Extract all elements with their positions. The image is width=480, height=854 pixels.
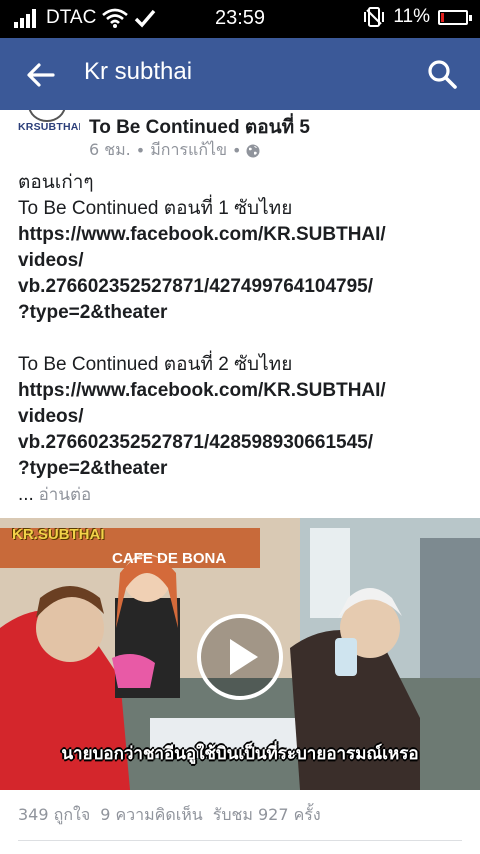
video-subtitle: นายบอกว่าชาอีนอูใช้บินเป็นที่ระบายอารมณ์… [61,744,419,764]
see-more-label[interactable]: อ่านต่อ [39,485,92,504]
post-link[interactable]: vb.276602352527871/427499764104795/ [18,274,468,300]
status-bar: DTAC 23:59 11% [0,0,480,38]
search-query-title[interactable]: Kr subthai [84,58,192,86]
battery-percent: 11% [393,6,430,27]
post-body: ตอนเก่าๆ To Be Continued ตอนที่ 1 ซับไทย… [18,170,468,508]
post-text-line: To Be Continued ตอนที่ 1 ซับไทย [18,198,293,219]
video-watermark: KR.SUBTHAI [12,526,105,543]
post-link[interactable]: vb.276602352527871/428598930661545/ [18,430,468,456]
meta-separator: • [232,141,242,160]
meta-separator: • [135,141,146,160]
page-avatar[interactable]: KRSUBTHAI [18,110,80,138]
comments-count[interactable]: 9 ความคิดเห็น [100,803,203,828]
page-logo-text: KRSUBTHAI [18,121,80,133]
post-link[interactable]: ?type=2&theater [18,456,468,482]
ellipsis: ... [18,484,34,505]
post-text-line: ตอนเก่าๆ [18,172,94,193]
post-time[interactable]: 6 ชม. [89,138,131,163]
likes-count[interactable]: 349 ถูกใจ [18,803,90,828]
views-count: รับชม 927 ครั้ง [212,805,321,824]
post-link[interactable]: https://www.facebook.com/KR.SUBTHAI/ [18,222,468,248]
shop-sign: CAFE DE BONA [112,550,227,567]
play-icon[interactable] [196,613,284,701]
post-link[interactable]: ?type=2&theater [18,300,468,326]
post-link[interactable]: https://www.facebook.com/KR.SUBTHAI/ [18,378,468,404]
post-text-line: To Be Continued ตอนที่ 2 ซับไทย [18,354,293,375]
post-stats: 349 ถูกใจ 9 ความคิดเห็น รับชม 927 ครั้ง [18,803,321,828]
globe-icon [246,144,260,157]
arrow-left-icon[interactable] [26,60,56,90]
vibrate-icon [364,7,385,27]
divider [18,840,462,841]
battery-icon [438,9,472,25]
see-more-link[interactable]: ... อ่านต่อ [18,482,468,508]
video-player[interactable]: KR.SUBTHAI CAFE DE BONA นายบอกว่าชาอีนอู… [0,518,480,790]
post-link[interactable]: videos/ [18,404,468,430]
search-icon[interactable] [426,58,458,90]
edited-label[interactable]: มีการแก้ไข [150,138,227,163]
post-meta: 6 ชม. • มีการแก้ไข • [89,138,260,163]
app-bar: Kr subthai [0,38,480,110]
post-link[interactable]: videos/ [18,248,468,274]
